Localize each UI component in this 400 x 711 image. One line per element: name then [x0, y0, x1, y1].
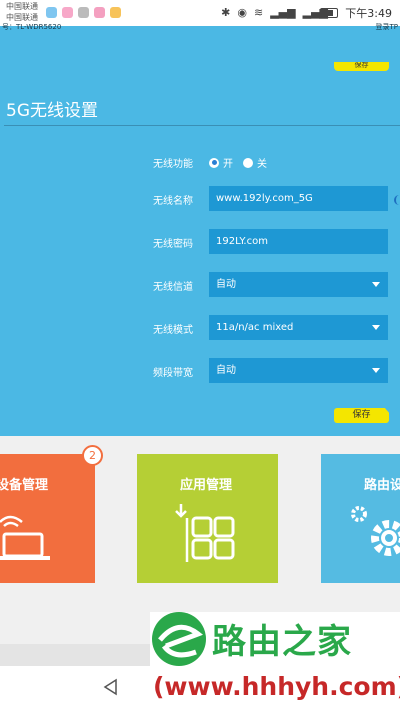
carrier-label: 中国联通	[6, 2, 38, 11]
bluetooth-icon: ✱	[221, 6, 231, 19]
tile-device-management[interactable]: 设备管理	[0, 454, 95, 583]
notification-badge: 2	[82, 445, 103, 466]
tile-app-management[interactable]: 应用管理	[137, 454, 278, 583]
watermark-url: (www.hhhyh.com)	[153, 672, 400, 701]
battery-icon	[320, 8, 338, 18]
app-notification-icon	[46, 7, 57, 18]
app-notification-icon	[110, 7, 121, 18]
bandwidth-select[interactable]: 自动	[209, 358, 388, 383]
status-time: 下午3:49	[345, 7, 392, 20]
channel-select[interactable]: 自动	[209, 272, 388, 297]
radio-on-label[interactable]: 开	[223, 155, 233, 170]
ssid-label: 无线名称	[153, 196, 193, 207]
back-icon[interactable]	[102, 678, 120, 696]
save-button[interactable]: 保存	[334, 408, 389, 423]
panel-pointer	[384, 407, 398, 415]
system-icons: ✱ ◉ ≋ ▂▄▆ ▂▄▆	[221, 6, 328, 20]
signal-icon: ▂▄▆	[270, 6, 296, 19]
wifi-icon: ≋	[254, 6, 264, 19]
app-notification-icon	[62, 7, 73, 18]
wireless-function-radio-group: 开 关	[209, 155, 267, 170]
device-model-text: 号：TL-WDR5620	[2, 23, 62, 31]
tile-label: 设备管理	[0, 478, 49, 493]
previous-save-button[interactable]: 保存	[334, 62, 389, 71]
app-notification-icon	[94, 7, 105, 18]
radio-off-label[interactable]: 关	[257, 155, 267, 170]
ssid-input[interactable]: www.192ly.com_5G	[209, 186, 388, 211]
tile-router-settings[interactable]: 路由设	[321, 454, 400, 583]
radio-off[interactable]	[243, 157, 253, 168]
wechat-icon	[78, 7, 89, 18]
channel-label: 无线信道	[153, 282, 193, 293]
wireless-function-label: 无线功能	[153, 159, 193, 170]
page-title: 5G无线设置	[6, 101, 98, 121]
device-header-strip: 号：TL-WDR5620 登录TP	[0, 23, 400, 32]
login-text[interactable]: 登录TP	[376, 22, 399, 32]
tile-label: 应用管理	[180, 478, 233, 493]
watermark-name: 路由之家	[212, 622, 352, 662]
gear-icon	[351, 506, 400, 556]
wireless-settings-panel: 号：TL-WDR5620 登录TP 保存 5G无线设置 无线功能 开 关 无线名…	[0, 23, 400, 436]
mode-label: 无线模式	[153, 325, 193, 336]
bandwidth-label: 频段带宽	[153, 368, 193, 379]
apps-grid-icon	[175, 504, 235, 562]
eye-icon: ◉	[237, 6, 247, 19]
laptop-icon	[0, 515, 50, 560]
notification-icons	[46, 7, 121, 18]
password-input[interactable]: 192LY.com	[209, 229, 388, 254]
ssid-edit-mark	[394, 195, 400, 205]
watermark-logo	[152, 612, 206, 666]
divider	[4, 125, 400, 126]
radio-on[interactable]	[209, 157, 219, 168]
mode-select[interactable]: 11a/n/ac mixed	[209, 315, 388, 340]
password-label: 无线密码	[153, 239, 193, 250]
tile-label: 路由设	[364, 478, 400, 493]
